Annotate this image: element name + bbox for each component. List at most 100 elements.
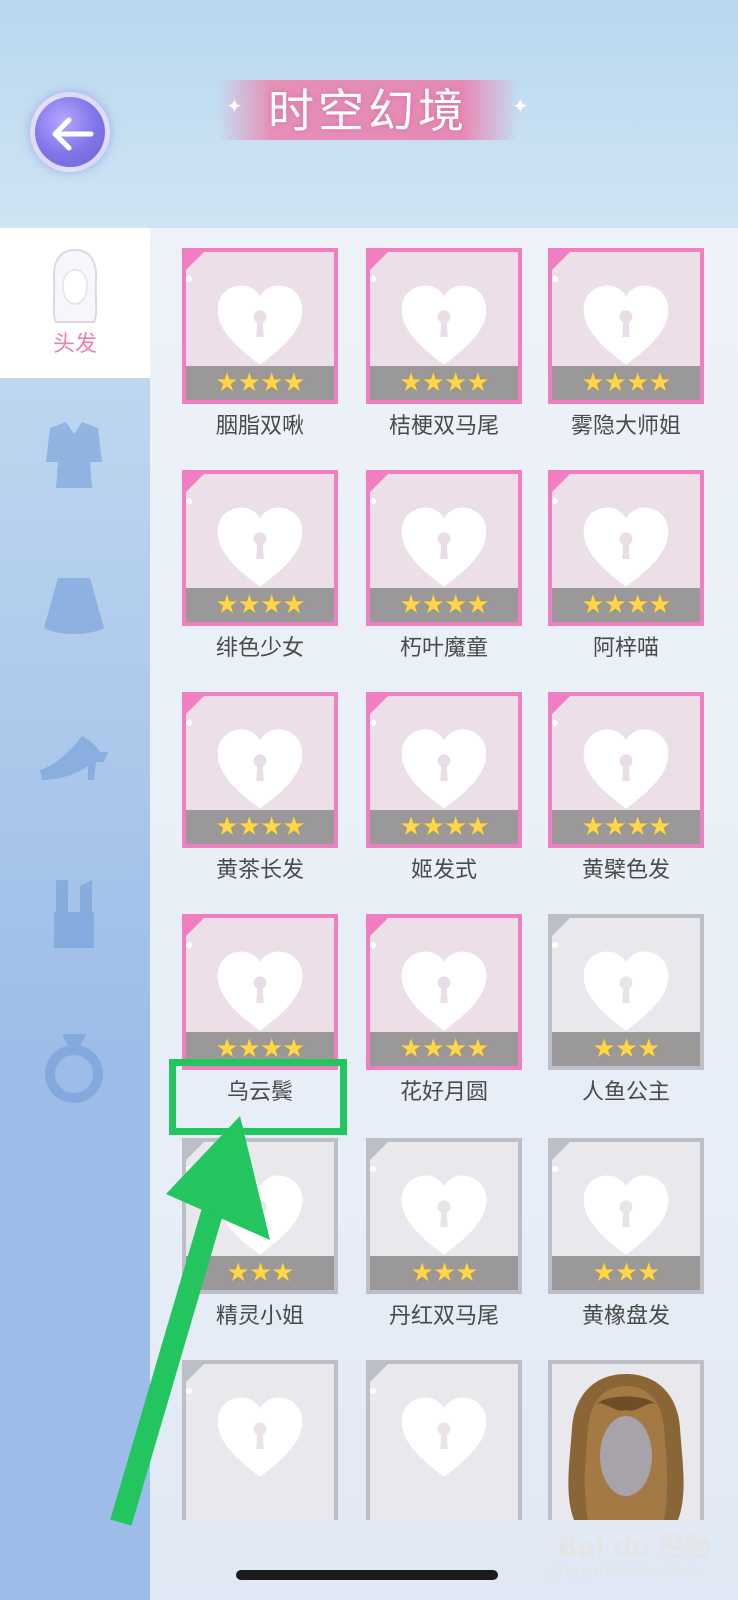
item-name: 黄茶长发 bbox=[215, 858, 304, 883]
corner-tag bbox=[366, 1360, 392, 1394]
item-name: 胭脂双啾 bbox=[215, 414, 304, 439]
item-card-frame: ★★★ bbox=[548, 1138, 704, 1294]
item-card[interactable]: ★★★★ 黄檗色发 bbox=[548, 692, 704, 902]
item-name: 人鱼公主 bbox=[581, 1080, 670, 1105]
item-card[interactable]: ★★★★ 桔梗双马尾 bbox=[366, 248, 522, 458]
item-name: 雾隐大师姐 bbox=[570, 414, 681, 439]
locked-heart-icon bbox=[583, 1175, 669, 1255]
item-card[interactable]: ★★★★ 绯色少女 bbox=[182, 470, 338, 680]
item-name: 桔梗双马尾 bbox=[388, 414, 499, 439]
watermark: Bai du 经验 jingyan.baidu.com bbox=[538, 1525, 728, 1585]
star-rating: ★★★ bbox=[552, 1032, 700, 1066]
watermark-url: jingyan.baidu.com bbox=[550, 1561, 698, 1580]
item-card-frame: ★★★★ bbox=[182, 692, 338, 848]
corner-tag bbox=[366, 470, 392, 504]
star-rating: ★★★ bbox=[370, 1256, 518, 1290]
item-card[interactable]: ★★★★ 阿梓喵 bbox=[548, 470, 704, 680]
star-rating: ★★★★ bbox=[370, 810, 518, 844]
item-card[interactable]: ★★★★ 雾隐大师姐 bbox=[548, 248, 704, 458]
star-rating: ★★★ bbox=[552, 1256, 700, 1290]
item-card-frame: ★★★★ bbox=[182, 248, 338, 404]
corner-tag bbox=[366, 248, 392, 282]
corner-tag bbox=[182, 248, 208, 282]
item-card-frame: ★★★ bbox=[366, 1138, 522, 1294]
item-card[interactable]: ★★★ 丹红双马尾 bbox=[366, 1138, 522, 1348]
locked-heart-icon bbox=[583, 951, 669, 1031]
corner-tag bbox=[182, 914, 208, 948]
locked-heart-icon bbox=[583, 285, 669, 365]
ring-icon[interactable] bbox=[34, 1026, 114, 1106]
item-card-frame: ★★★★ bbox=[366, 914, 522, 1070]
item-name: 花好月圆 bbox=[399, 1080, 488, 1105]
item-card-hair-preview[interactable] bbox=[548, 1360, 704, 1520]
star-rating: ★★★★ bbox=[552, 366, 700, 400]
watermark-brand: Bai du 经验 bbox=[558, 1533, 712, 1563]
star-rating: ★★★★ bbox=[370, 1032, 518, 1066]
item-card-partial[interactable] bbox=[366, 1360, 522, 1520]
locked-heart-icon bbox=[401, 951, 487, 1031]
item-card[interactable]: ★★★★ 胭脂双啾 bbox=[182, 248, 338, 458]
locked-heart-icon bbox=[583, 507, 669, 587]
item-card-frame: ★★★★ bbox=[182, 470, 338, 626]
locked-heart-icon bbox=[401, 507, 487, 587]
item-card-frame: ★★★★ bbox=[548, 692, 704, 848]
item-name: 朽叶魔童 bbox=[399, 636, 488, 661]
item-card[interactable]: ★★★★ 花好月圆 bbox=[366, 914, 522, 1124]
corner-tag bbox=[366, 692, 392, 726]
corner-tag bbox=[366, 914, 392, 948]
item-card[interactable]: ★★★★ 黄茶长发 bbox=[182, 692, 338, 902]
pointer-arrow-icon bbox=[110, 1116, 270, 1526]
corner-tag bbox=[548, 470, 574, 504]
item-name: 阿梓喵 bbox=[592, 636, 659, 661]
skirt-icon[interactable] bbox=[34, 566, 114, 646]
star-rating: ★★★★ bbox=[552, 810, 700, 844]
hair-preview-frame bbox=[548, 1360, 704, 1520]
sparkle-icon: ✦ bbox=[512, 94, 529, 118]
tab-hair-label: 头发 bbox=[52, 332, 97, 357]
corner-tag bbox=[548, 1138, 574, 1172]
locked-heart-icon bbox=[217, 507, 303, 587]
corner-tag bbox=[182, 692, 208, 726]
locked-heart-icon bbox=[583, 729, 669, 809]
star-rating: ★★★★ bbox=[552, 588, 700, 622]
item-name: 丹红双马尾 bbox=[388, 1304, 499, 1329]
locked-heart-icon bbox=[217, 951, 303, 1031]
item-card-frame: ★★★ bbox=[548, 914, 704, 1070]
page-title: 时空幻境 bbox=[268, 84, 468, 138]
makeup-icon[interactable] bbox=[34, 872, 114, 952]
star-rating: ★★★★ bbox=[370, 366, 518, 400]
item-card[interactable]: ★★★★ 姬发式 bbox=[366, 692, 522, 902]
star-rating: ★★★★ bbox=[370, 588, 518, 622]
item-name: 姬发式 bbox=[410, 858, 477, 883]
item-card-frame: ★★★★ bbox=[366, 470, 522, 626]
back-button[interactable] bbox=[30, 92, 110, 172]
corner-tag bbox=[366, 1138, 392, 1172]
item-card-frame: ★★★★ bbox=[366, 248, 522, 404]
item-card-frame: ★★★★ bbox=[548, 470, 704, 626]
home-indicator[interactable] bbox=[236, 1570, 498, 1580]
back-arrow-icon bbox=[52, 117, 94, 151]
item-card[interactable]: ★★★ 黄橡盘发 bbox=[548, 1138, 704, 1348]
star-rating: ★★★★ bbox=[186, 588, 334, 622]
locked-heart-icon bbox=[401, 1397, 487, 1477]
item-card-frame: ★★★★ bbox=[182, 914, 338, 1070]
item-name: 黄檗色发 bbox=[581, 858, 670, 883]
locked-heart-icon bbox=[401, 729, 487, 809]
locked-heart-icon bbox=[217, 285, 303, 365]
star-rating: ★★★★ bbox=[186, 810, 334, 844]
top-icon[interactable] bbox=[34, 414, 114, 494]
item-card-frame: ★★★★ bbox=[366, 692, 522, 848]
shoes-icon[interactable] bbox=[34, 722, 114, 802]
locked-heart-icon bbox=[217, 729, 303, 809]
locked-heart-icon bbox=[401, 285, 487, 365]
sparkle-icon: ✦ bbox=[226, 94, 243, 118]
item-card[interactable]: ★★★★ 朽叶魔童 bbox=[366, 470, 522, 680]
hair-icon bbox=[52, 248, 98, 323]
item-name: 黄橡盘发 bbox=[581, 1304, 670, 1329]
item-name: 绯色少女 bbox=[215, 636, 304, 661]
locked-heart-icon bbox=[401, 1175, 487, 1255]
item-card[interactable]: ★★★ 人鱼公主 bbox=[548, 914, 704, 1124]
item-card-frame bbox=[366, 1360, 522, 1520]
hair-preview-image bbox=[568, 1374, 684, 1520]
corner-tag bbox=[182, 470, 208, 504]
